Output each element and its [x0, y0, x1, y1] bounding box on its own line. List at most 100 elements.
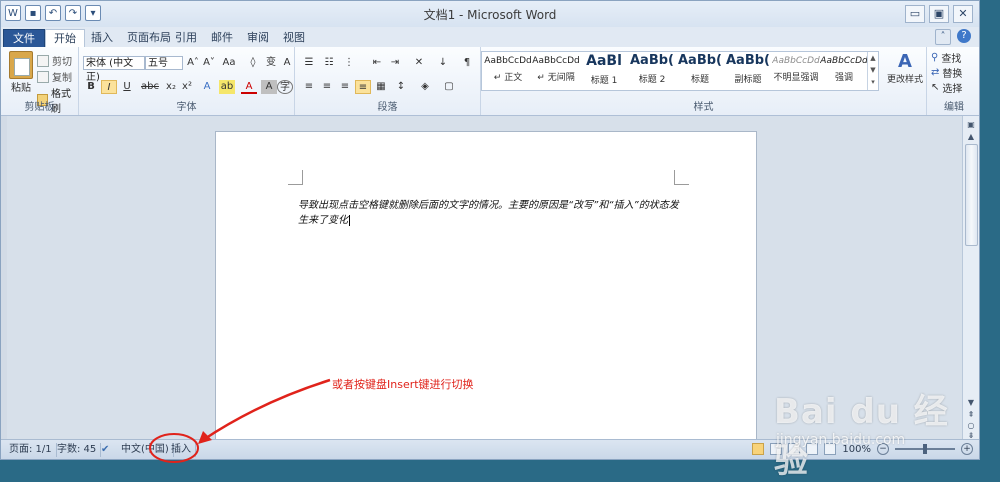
- numbering-icon[interactable]: ☷: [321, 56, 337, 70]
- select-label: 选择: [942, 84, 963, 95]
- insert-mode-indicator[interactable]: 插入: [167, 443, 196, 457]
- style-subtle-emphasis[interactable]: AaBbCcDd 不明显强调: [772, 52, 820, 90]
- clear-format-icon[interactable]: ◊: [245, 56, 261, 70]
- text-effects-icon[interactable]: A: [199, 80, 215, 94]
- document-page[interactable]: 导致出现点击空格键就删除后面的文字的情况。主要的原因是“改写”和“插入”的状态发…: [215, 131, 757, 439]
- style-no-spacing[interactable]: AaBbCcDd ↵ 无间隔: [532, 52, 580, 90]
- paste-button[interactable]: 粘贴: [7, 51, 35, 95]
- char-border-icon[interactable]: A: [279, 56, 295, 70]
- shrink-font-button[interactable]: A˅: [201, 56, 217, 70]
- font-name-select[interactable]: 宋体 (中文正): [83, 56, 145, 83]
- align-left-icon[interactable]: ≡: [301, 80, 317, 94]
- close-button[interactable]: ✕: [953, 5, 973, 23]
- distributed-icon[interactable]: ▦: [373, 80, 389, 94]
- align-center-icon[interactable]: ≡: [319, 80, 335, 94]
- ribbon-tabs: 文件 开始 插入 页面布局 引用 邮件 审阅 视图 ˄ ?: [1, 27, 979, 49]
- decrease-indent-icon[interactable]: ⇤: [369, 56, 385, 70]
- replace-button[interactable]: ⇄ 替换: [931, 65, 962, 80]
- editing-group: ⚲ 查找 ⇄ 替换 ↖ 选择 编辑: [927, 47, 979, 115]
- copy-button[interactable]: 复制: [37, 69, 72, 84]
- change-case-button[interactable]: Aa: [221, 56, 237, 70]
- cursor-icon: ↖: [931, 82, 940, 93]
- superscript-button[interactable]: x²: [179, 80, 195, 94]
- style-normal[interactable]: AaBbCcDd ↵ 正文: [484, 52, 532, 90]
- scroll-up-arrow[interactable]: ▲: [966, 132, 976, 141]
- minimize-button[interactable]: ▭: [905, 5, 925, 23]
- cut-button[interactable]: 剪切: [37, 53, 72, 68]
- change-styles-icon: A: [898, 51, 912, 72]
- tab-mailings[interactable]: 邮件: [203, 29, 241, 47]
- style-name: 副标题: [734, 75, 762, 85]
- style-name: 标题 2: [638, 75, 666, 85]
- tab-references[interactable]: 引用: [167, 29, 205, 47]
- tab-review[interactable]: 审阅: [239, 29, 277, 47]
- change-styles-button[interactable]: A 更改样式: [885, 51, 925, 85]
- ruler-toggle-icon[interactable]: ▣: [966, 120, 976, 129]
- tab-home[interactable]: 开始: [45, 29, 85, 48]
- style-sample: AaBl: [586, 53, 622, 69]
- replace-label: 替换: [942, 69, 963, 80]
- restore-button[interactable]: ▣: [929, 5, 949, 23]
- show-marks-icon[interactable]: ¶: [459, 56, 475, 70]
- scroll-thumb[interactable]: [965, 144, 978, 246]
- shading-icon[interactable]: ◈: [417, 80, 433, 94]
- bullets-icon[interactable]: ☰: [301, 56, 317, 70]
- find-label: 查找: [941, 54, 962, 65]
- binoculars-icon: ⚲: [931, 52, 939, 63]
- italic-button[interactable]: I: [101, 80, 117, 94]
- paste-label: 粘贴: [11, 83, 31, 94]
- font-size-select[interactable]: 五号: [145, 56, 183, 70]
- help-icon[interactable]: ?: [957, 29, 971, 43]
- line-spacing-icon[interactable]: ↕: [393, 80, 409, 94]
- window-title: 文档1 - Microsoft Word: [423, 8, 557, 22]
- style-emphasis[interactable]: AaBbCcDd 强调: [820, 52, 868, 90]
- baidu-watermark: Bai du 经验 jingyan.baidu.com: [760, 384, 980, 481]
- styles-scroll[interactable]: ▲ ▼ ▾: [867, 52, 878, 90]
- underline-button[interactable]: U: [119, 80, 135, 94]
- subscript-button[interactable]: x₂: [163, 80, 179, 94]
- language-indicator[interactable]: 中文(中国): [117, 443, 174, 457]
- find-button[interactable]: ⚲ 查找: [931, 50, 961, 65]
- tab-insert[interactable]: 插入: [83, 29, 121, 47]
- style-sample: AaBbCcDd: [772, 56, 820, 66]
- word-count[interactable]: 字数: 45: [53, 443, 102, 457]
- paragraph-group: ☰ ☷ ⋮ ⇤ ⇥ ✕ ↓ ¶ ≡ ≡ ≡ ≡ ▦ ↕ ◈ ▢ 段落: [295, 47, 481, 115]
- style-sample: AaBbCcDd: [820, 56, 868, 66]
- phonetic-icon[interactable]: 变: [263, 56, 279, 70]
- style-heading-1[interactable]: AaBl 标题 1: [580, 52, 628, 90]
- font-group: 宋体 (中文正) 五号 A˄ A˅ Aa ◊ 变 A B I U abc x₂ …: [79, 47, 295, 115]
- style-sample: AaBb(: [726, 53, 770, 68]
- style-heading-2[interactable]: AaBb( 标题 2: [628, 52, 676, 90]
- strikethrough-button[interactable]: abc: [139, 80, 161, 94]
- char-shading-icon[interactable]: A: [261, 80, 277, 94]
- font-color-icon[interactable]: A: [241, 80, 257, 94]
- style-subtitle[interactable]: AaBb( 副标题: [724, 52, 772, 90]
- enclose-char-icon[interactable]: 字: [277, 80, 293, 94]
- sort-icon[interactable]: ↓: [435, 56, 451, 70]
- page-count[interactable]: 页面: 1/1: [5, 443, 57, 457]
- margin-corner-left: [288, 170, 303, 185]
- tab-view[interactable]: 视图: [275, 29, 313, 47]
- ribbon-help-area: ˄ ?: [935, 29, 971, 45]
- replace-icon: ⇄: [931, 67, 940, 78]
- tab-file[interactable]: 文件: [3, 29, 45, 49]
- proofing-icon[interactable]: ✔: [97, 443, 115, 457]
- copy-icon: [37, 70, 49, 83]
- borders-icon[interactable]: ▢: [441, 80, 457, 94]
- chinese-layout-icon[interactable]: ✕: [411, 56, 427, 70]
- justify-icon[interactable]: ≡: [355, 80, 371, 94]
- style-title[interactable]: AaBb( 标题: [676, 52, 724, 90]
- multilevel-list-icon[interactable]: ⋮: [341, 56, 357, 70]
- styles-group-label: 样式: [693, 102, 714, 113]
- style-sample: AaBbCcDd: [532, 56, 580, 66]
- align-right-icon[interactable]: ≡: [337, 80, 353, 94]
- grow-font-button[interactable]: A˄: [185, 56, 201, 70]
- select-button[interactable]: ↖ 选择: [931, 80, 962, 95]
- highlight-color-icon[interactable]: ab: [219, 80, 235, 94]
- bold-button[interactable]: B: [83, 80, 99, 94]
- paragraph-group-label: 段落: [377, 102, 398, 113]
- increase-indent-icon[interactable]: ⇥: [387, 56, 403, 70]
- style-name: ↵ 正文: [493, 73, 523, 83]
- minimize-ribbon-icon[interactable]: ˄: [935, 29, 951, 45]
- document-body-text[interactable]: 导致出现点击空格键就删除后面的文字的情况。主要的原因是“改写”和“插入”的状态发…: [298, 198, 688, 228]
